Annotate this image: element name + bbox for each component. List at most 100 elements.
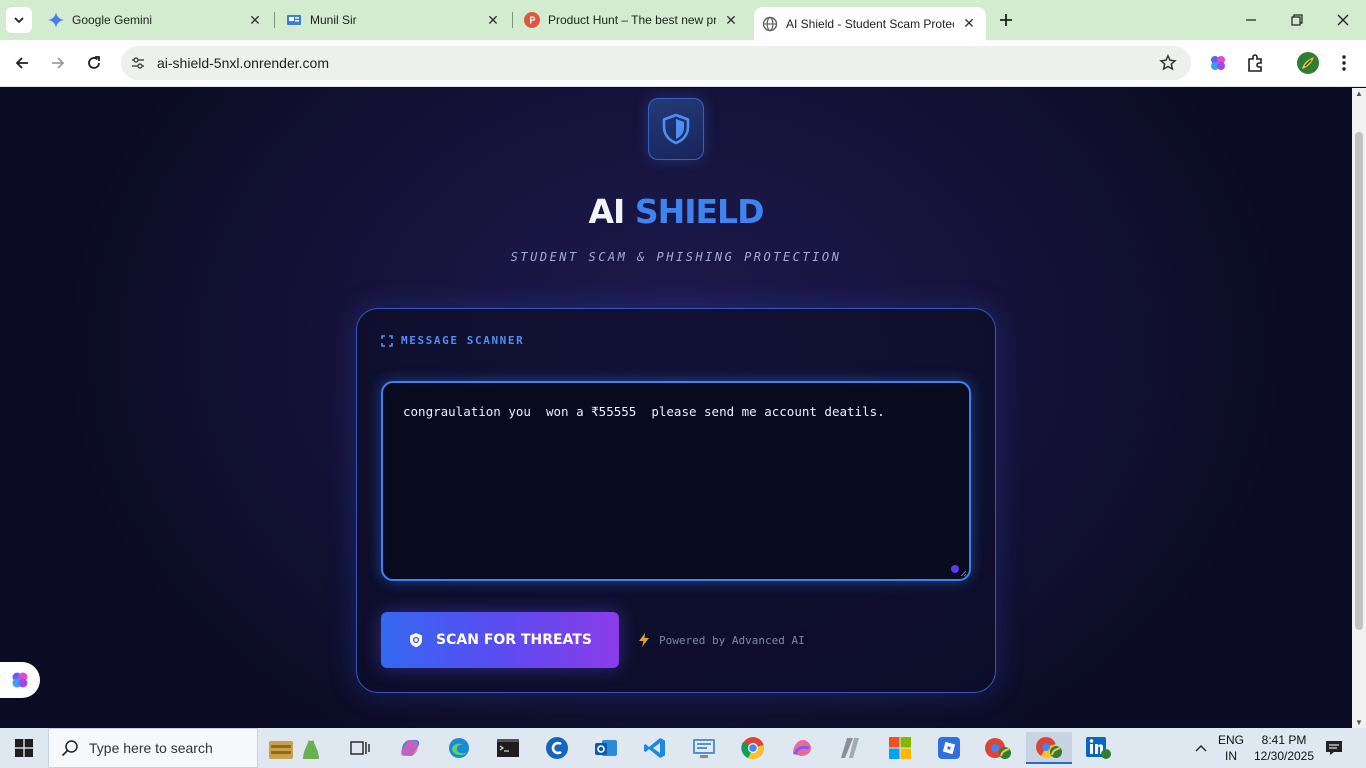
close-icon — [1337, 14, 1349, 26]
linkedin-icon[interactable] — [1078, 732, 1118, 764]
tab-title: AI Shield - Student Scam Protec — [786, 16, 954, 31]
scanner-header: MESSAGE SCANNER — [381, 334, 524, 347]
close-tab-icon[interactable]: ✕ — [246, 11, 264, 29]
web-page: AI SHIELD STUDENT SCAM & PHISHING PROTEC… — [0, 88, 1352, 728]
clock-time: 8:41 PM — [1261, 733, 1307, 747]
document-icon — [286, 12, 302, 28]
minimize-button[interactable] — [1228, 0, 1274, 40]
terminal-icon[interactable] — [488, 732, 528, 764]
shield-icon — [662, 113, 690, 145]
show-hidden-icons-button[interactable] — [1190, 728, 1212, 768]
control-panel-icon[interactable] — [684, 732, 724, 764]
c-app-icon[interactable] — [537, 732, 577, 764]
restore-button[interactable] — [1274, 0, 1320, 40]
minimize-icon — [1246, 19, 1256, 21]
powered-by: Powered by Advanced AI — [638, 633, 805, 647]
profile-avatar[interactable] — [1296, 51, 1320, 75]
language-region: IN — [1225, 749, 1237, 763]
tab-divider — [274, 12, 275, 28]
forward-button[interactable] — [44, 49, 72, 77]
plus-icon — [1000, 14, 1012, 26]
new-tab-button[interactable] — [994, 9, 1018, 31]
gemini-icon — [48, 12, 64, 28]
chrome-icon[interactable] — [733, 732, 773, 764]
scanner-card: MESSAGE SCANNER SCAN FOR THREATS Powered… — [356, 308, 996, 693]
reload-button[interactable] — [80, 49, 108, 77]
chrome-profile-icon[interactable] — [978, 732, 1018, 764]
close-tab-icon[interactable]: ✕ — [722, 11, 740, 29]
tab-ai-shield[interactable]: AI Shield - Student Scam Protec ✕ — [754, 7, 986, 40]
menu-kebab-icon[interactable] — [1333, 52, 1355, 74]
copilot-icon[interactable] — [390, 732, 430, 764]
extension-colorful-icon[interactable] — [1207, 52, 1229, 74]
app-logo — [648, 98, 704, 160]
url-text: ai-shield-5nxl.onrender.com — [157, 55, 329, 71]
input-language-indicator[interactable]: ENG IN — [1214, 732, 1248, 764]
windows-taskbar: Type here to search ENG IN 8:41 PM 12/30… — [0, 728, 1366, 768]
tab-title: Munil Sir — [310, 13, 357, 27]
search-icon — [61, 740, 78, 757]
notifications-button[interactable] — [1320, 728, 1348, 768]
close-tab-icon[interactable]: ✕ — [960, 15, 978, 33]
microsoft-store-icon[interactable] — [880, 732, 920, 764]
tab-title: Google Gemini — [72, 13, 153, 27]
scrollbar-thumb[interactable] — [1355, 132, 1363, 630]
roblox-icon[interactable] — [929, 732, 969, 764]
tab-google-gemini[interactable]: Google Gemini ✕ — [40, 0, 272, 40]
app-title: AI SHIELD — [0, 192, 1352, 231]
scan-for-threats-button[interactable]: SCAN FOR THREATS — [381, 612, 619, 668]
app-tagline: STUDENT SCAM & PHISHING PROTECTION — [510, 250, 842, 264]
back-button[interactable] — [8, 49, 36, 77]
site-info-icon[interactable] — [129, 54, 147, 72]
taskbar-clock[interactable]: 8:41 PM 12/30/2025 — [1252, 732, 1316, 764]
extension-colorful-icon — [12, 672, 28, 688]
clock-date: 12/30/2025 — [1253, 749, 1315, 763]
arrow-right-icon — [52, 57, 65, 69]
chrome-active-icon[interactable] — [1026, 732, 1072, 764]
tab-search-button[interactable] — [6, 7, 32, 33]
notification-icon — [1326, 741, 1342, 755]
scanner-label: MESSAGE SCANNER — [401, 334, 525, 347]
address-bar[interactable]: ai-shield-5nxl.onrender.com — [121, 46, 1191, 80]
extensions-puzzle-icon[interactable] — [1244, 52, 1266, 74]
resize-grip-icon[interactable] — [959, 569, 967, 577]
scan-frame-icon — [381, 334, 393, 347]
message-input[interactable] — [383, 383, 969, 579]
product-hunt-icon — [524, 12, 540, 28]
reload-icon — [88, 56, 100, 69]
floating-extension-button[interactable] — [0, 662, 40, 698]
language-code: ENG — [1217, 733, 1244, 747]
status-dot — [951, 565, 959, 573]
close-window-button[interactable] — [1320, 0, 1366, 40]
chevron-down-icon — [14, 17, 24, 24]
tab-title: Product Hunt – The best new pr — [548, 13, 716, 27]
taskbar-search-placeholder: Type here to search — [89, 740, 213, 756]
tab-divider — [512, 12, 513, 28]
close-tab-icon[interactable]: ✕ — [484, 11, 502, 29]
search-highlight-icon[interactable] — [260, 732, 330, 764]
restore-icon — [1291, 14, 1303, 26]
tab-bar: Google Gemini ✕ Munil Sir ✕ Product Hunt… — [0, 0, 1366, 40]
tab-product-hunt[interactable]: Product Hunt – The best new pr ✕ — [516, 0, 748, 40]
pen-app-icon[interactable] — [831, 732, 871, 764]
arrow-left-icon — [15, 57, 28, 69]
browser-toolbar: ai-shield-5nxl.onrender.com — [0, 40, 1366, 87]
task-view-icon[interactable] — [340, 732, 380, 764]
start-button[interactable] — [0, 728, 48, 768]
tab-munil-sir[interactable]: Munil Sir ✕ — [278, 0, 510, 40]
outlook-icon[interactable] — [586, 732, 626, 764]
powered-by-text: Powered by Advanced AI — [659, 633, 805, 647]
bookmark-star-icon[interactable] — [1159, 54, 1177, 72]
windows-logo-icon — [15, 739, 33, 757]
edge-icon[interactable] — [439, 732, 479, 764]
app-title-shield: SHIELD — [634, 192, 765, 231]
lightning-icon — [639, 633, 649, 647]
page-scrollbar[interactable]: ▲ ▼ — [1352, 88, 1366, 728]
copilot-app-icon[interactable] — [782, 732, 822, 764]
scroll-down-arrow-icon[interactable]: ▼ — [1355, 718, 1363, 727]
scroll-up-arrow-icon[interactable]: ▲ — [1355, 89, 1363, 98]
message-input-wrapper — [381, 381, 971, 581]
scan-button-label: SCAN FOR THREATS — [436, 632, 592, 648]
taskbar-search[interactable]: Type here to search — [48, 728, 258, 768]
vscode-icon[interactable] — [635, 732, 675, 764]
